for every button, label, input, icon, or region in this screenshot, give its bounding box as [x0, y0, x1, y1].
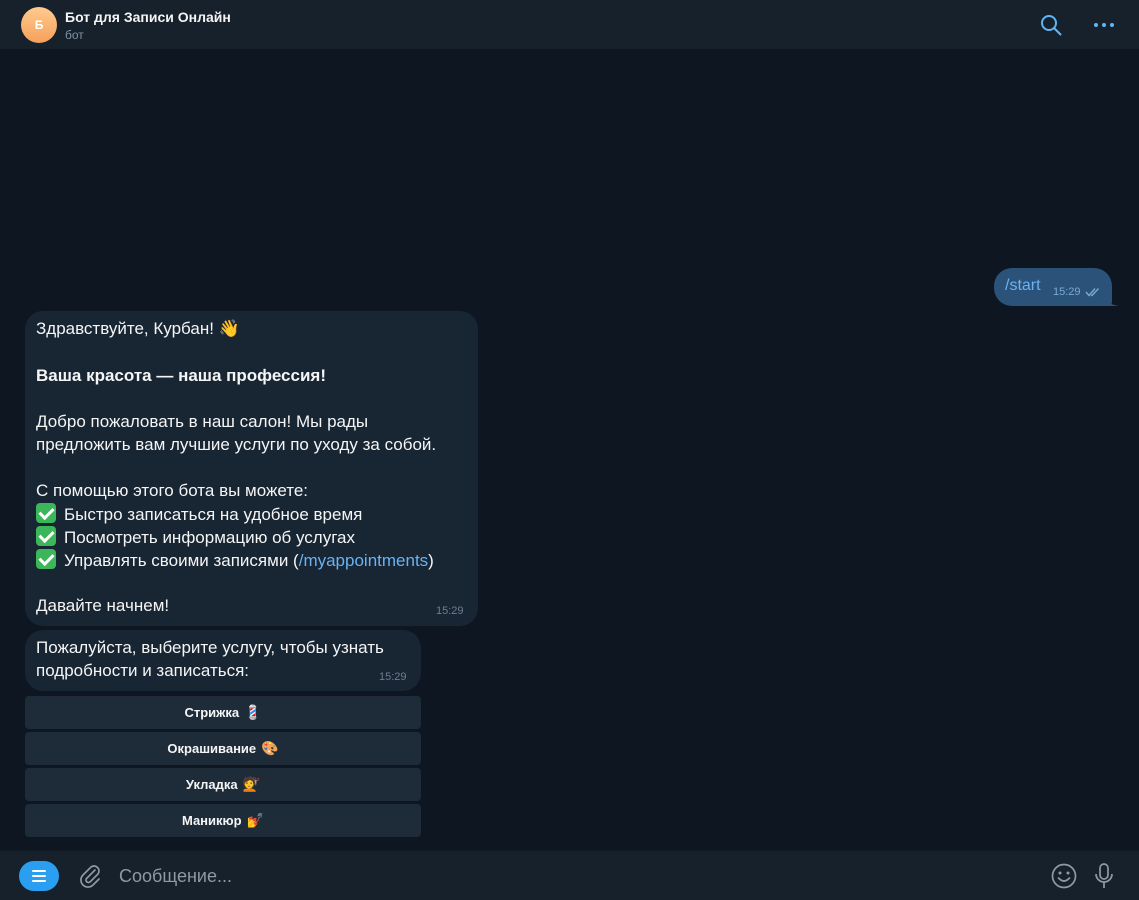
- smiley-icon[interactable]: [1051, 863, 1077, 889]
- message-input[interactable]: [119, 863, 1019, 889]
- check-mark-icon: [36, 503, 56, 523]
- message-list[interactable]: /start 15:29 Здравствуйте, Курбан! 👋 Ваш…: [0, 50, 1139, 850]
- bot-menu-button[interactable]: [19, 861, 59, 891]
- incoming-message-prompt[interactable]: Пожалуйста, выберите услугу, чтобы узнат…: [25, 630, 421, 691]
- closing-text: Давайте начнем!: [36, 596, 170, 615]
- service-button-coloring[interactable]: Окрашивание 🎨: [25, 732, 421, 765]
- message-time: 15:29: [379, 671, 407, 683]
- microphone-icon[interactable]: [1094, 862, 1114, 890]
- more-dots-icon[interactable]: [1092, 15, 1116, 35]
- feature-item: Быстро записаться на удобное время: [36, 503, 362, 526]
- check-mark-icon: [36, 549, 56, 569]
- outgoing-message[interactable]: /start 15:29: [994, 268, 1112, 306]
- paperclip-icon[interactable]: [78, 863, 102, 889]
- slogan-text: Ваша красота — наша профессия!: [36, 366, 326, 385]
- myappointments-command-link[interactable]: /myappointments: [299, 551, 428, 570]
- service-button-manicure[interactable]: Маникюр 💅: [25, 804, 421, 837]
- chat-subtitle: бот: [65, 28, 84, 42]
- service-button-styling[interactable]: Укладка 💇: [25, 768, 421, 801]
- message-time: 15:29: [436, 605, 464, 617]
- check-mark-icon: [36, 526, 56, 546]
- greeting-text: Здравствуйте, Курбан! 👋: [36, 319, 240, 338]
- feature-item: Управлять своими записями (/myappointmen…: [36, 549, 434, 572]
- prompt-text-line-1: Пожалуйста, выберите услугу, чтобы узнат…: [36, 638, 384, 657]
- feature-item: Посмотреть информацию об услугах: [36, 526, 355, 549]
- message-time: 15:29: [1053, 286, 1081, 298]
- intro-text-line-1: Добро пожаловать в наш салон! Мы рады: [36, 412, 369, 431]
- search-icon[interactable]: [1040, 14, 1062, 36]
- message-composer: [0, 850, 1139, 900]
- avatar[interactable]: Б: [21, 7, 57, 43]
- double-check-icon: [1085, 288, 1100, 297]
- bubble-tail: [1103, 294, 1119, 306]
- intro-text-line-2: предложить вам лучшие услуги по уходу за…: [36, 435, 437, 454]
- chat-header: Б Бот для Записи Онлайн бот: [0, 0, 1139, 50]
- chat-title[interactable]: Бот для Записи Онлайн: [65, 9, 231, 25]
- prompt-text-line-2: подробности и записаться:: [36, 661, 250, 680]
- incoming-message-welcome[interactable]: Здравствуйте, Курбан! 👋 Ваша красота — н…: [25, 311, 478, 626]
- menu-icon: [32, 870, 46, 872]
- service-button-haircut[interactable]: Стрижка 💈: [25, 696, 421, 729]
- message-text: /start: [1005, 277, 1041, 294]
- features-title: С помощью этого бота вы можете:: [36, 481, 309, 500]
- telegram-chat-window: Б Бот для Записи Онлайн бот /start 15:29: [0, 0, 1139, 900]
